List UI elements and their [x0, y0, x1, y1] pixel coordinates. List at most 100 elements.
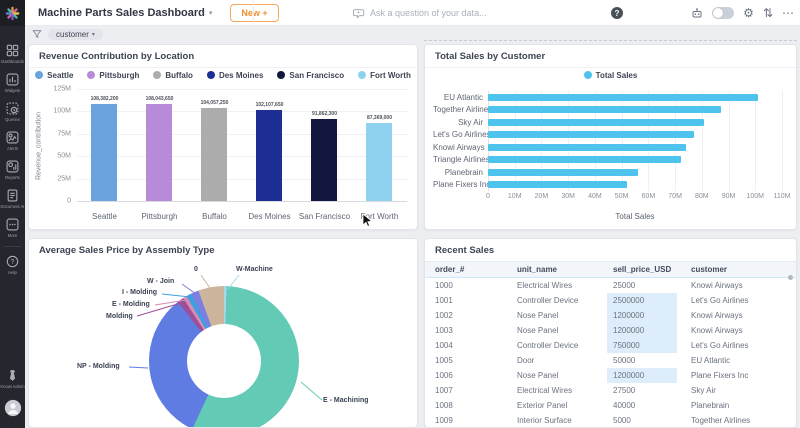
more-options-icon[interactable]: ⋯: [782, 7, 794, 19]
table-row[interactable]: 1005 Door 50000 EU Atlantic: [425, 353, 796, 368]
bar[interactable]: [488, 106, 721, 113]
bar-row[interactable]: [488, 156, 782, 163]
user-avatar[interactable]: [4, 399, 22, 422]
knowi-logo[interactable]: [0, 0, 25, 26]
legend-label: Buffalo: [165, 71, 193, 80]
sidebar-item-label: Alerts: [7, 146, 18, 151]
bar-value-label: 91,862,300: [312, 111, 337, 117]
cell-customer: Plane Fixers Inc: [691, 371, 796, 380]
bar-column[interactable]: 91,862,300: [298, 89, 351, 201]
table-row[interactable]: 1006 Nose Panel 1200000 Plane Fixers Inc: [425, 368, 796, 383]
bar-row[interactable]: [488, 144, 782, 151]
sidebar-item-more[interactable]: More: [0, 214, 25, 243]
bar[interactable]: [91, 104, 117, 201]
sidebar-item-widgets[interactable]: Widgets: [0, 69, 25, 98]
bar[interactable]: [488, 94, 758, 101]
table-row[interactable]: 1003 Nose Panel 1200000 Knowi Airways: [425, 323, 796, 338]
bar-column[interactable]: 104,057,250: [188, 89, 241, 201]
sidebar-item-label: Dashboards: [1, 59, 24, 64]
bar[interactable]: [146, 104, 172, 201]
legend-dot: [277, 71, 285, 79]
settings-gear-icon[interactable]: ⚙: [743, 7, 754, 19]
cell-sell-price: 50000: [607, 353, 677, 368]
bar-column[interactable]: 102,107,650: [243, 89, 296, 201]
sidebar-item-knowi-admin[interactable]: Knowi Admin: [0, 365, 25, 394]
legend-item[interactable]: Fort Worth: [358, 71, 411, 80]
legend-label: Des Moines: [219, 71, 263, 80]
legend-item[interactable]: Pittsburgh: [87, 71, 139, 80]
filter-funnel-icon[interactable]: [32, 29, 42, 39]
reports-icon: [6, 160, 19, 173]
sort-updown-icon[interactable]: ⇅: [763, 7, 773, 19]
docai-icon: [6, 189, 19, 202]
bar[interactable]: [366, 123, 392, 201]
legend-item[interactable]: San Francisco: [277, 71, 344, 80]
column-header[interactable]: unit_name: [517, 265, 613, 274]
chip-chevron-down-icon: ▾: [92, 31, 95, 38]
table-row[interactable]: 1004 Controller Device 750000 Let's Go A…: [425, 338, 796, 353]
bar-row[interactable]: [488, 169, 782, 176]
bar[interactable]: [311, 119, 337, 201]
x-tick-label: Fort Worth: [353, 212, 406, 221]
column-header[interactable]: customer: [691, 265, 796, 274]
bar[interactable]: [488, 131, 694, 138]
column-header[interactable]: sell_price_USD: [613, 265, 691, 274]
table-row[interactable]: 1008 Exterior Panel 40000 Planebrain: [425, 398, 796, 413]
sidebar-item-help[interactable]: ? Help: [0, 251, 25, 280]
table-row[interactable]: 1009 Interior Surface 5000 Together Airl…: [425, 413, 796, 428]
bar-row[interactable]: [488, 131, 782, 138]
table-row[interactable]: 1007 Electrical Wires 27500 Sky Air: [425, 383, 796, 398]
sidebar-item-reports[interactable]: Reports: [0, 156, 25, 185]
bar[interactable]: [256, 110, 282, 202]
bar-column[interactable]: 108,382,200: [78, 89, 131, 201]
slice-label-e-machining: E - Machining: [323, 397, 369, 404]
new-button[interactable]: New +: [230, 4, 278, 22]
bar-row[interactable]: [488, 106, 782, 113]
ask-data-search[interactable]: Ask a question of your data...: [353, 0, 487, 26]
sidebar-item-alerts[interactable]: Alerts: [0, 127, 25, 156]
sidebar-item-label: More: [8, 233, 18, 238]
filter-chip-customer[interactable]: customer ▾: [48, 29, 103, 40]
bar-value-label: 104,057,250: [201, 100, 229, 106]
bar[interactable]: [488, 144, 686, 151]
bar-column[interactable]: 108,043,650: [133, 89, 186, 201]
revenue-legend: Seattle Pittsburgh Buffalo Des Moines Sa…: [29, 67, 417, 83]
table-row[interactable]: 1000 Electrical Wires 25000 Knowi Airway…: [425, 278, 796, 293]
bar-row[interactable]: [488, 94, 782, 101]
cell-order: 1008: [435, 401, 517, 410]
cell-order: 1005: [435, 356, 517, 365]
donut-hole: [187, 324, 261, 398]
mode-toggle[interactable]: [712, 7, 734, 19]
revenue-bar-plot: 0 25M 50M 75M 100M 125M 108,382,200 108,…: [77, 89, 407, 201]
slice-label-e-molding: E - Molding: [112, 301, 150, 308]
bar[interactable]: [201, 108, 227, 201]
bar[interactable]: [488, 156, 681, 163]
y-tick-label: 100M: [53, 108, 71, 115]
sidebar-item-queries[interactable]: Queries: [0, 98, 25, 127]
sidebar-item-dashboards[interactable]: Dashboards: [0, 40, 25, 69]
legend-item[interactable]: Des Moines: [207, 71, 263, 80]
ai-assistant-icon[interactable]: [691, 7, 703, 19]
bar-row[interactable]: [488, 181, 782, 188]
category-axis-labels: EU AtlanticTogether AirlinesSky AirLet's…: [433, 91, 488, 191]
bar-column[interactable]: 87,369,000: [353, 89, 406, 201]
sidebar-item-document-ai[interactable]: Document AI: [0, 185, 25, 214]
column-header[interactable]: order_#: [435, 265, 517, 274]
legend-item[interactable]: Buffalo: [153, 71, 193, 80]
bar-row[interactable]: [488, 119, 782, 126]
help-button[interactable]: ?: [611, 7, 623, 19]
table-scrollbar-thumb[interactable]: [788, 275, 793, 280]
category-label: Sky Air: [433, 118, 488, 127]
bar-value-label: 102,107,650: [256, 102, 284, 108]
bar[interactable]: [488, 119, 704, 126]
dashboard-title[interactable]: Machine Parts Sales Dashboard: [38, 7, 205, 19]
bar[interactable]: [488, 169, 638, 176]
legend-item[interactable]: Seattle: [35, 71, 73, 80]
table-row[interactable]: 1001 Controller Device 2500000 Let's Go …: [425, 293, 796, 308]
top-header: Machine Parts Sales Dashboard ▾ New + As…: [25, 0, 800, 26]
title-chevron-down-icon[interactable]: ▾: [209, 9, 213, 17]
legend-item[interactable]: Total Sales: [584, 71, 638, 80]
table-row[interactable]: 1002 Nose Panel 1200000 Knowi Airways: [425, 308, 796, 323]
bar[interactable]: [488, 181, 627, 188]
legend-label: Seattle: [47, 71, 73, 80]
